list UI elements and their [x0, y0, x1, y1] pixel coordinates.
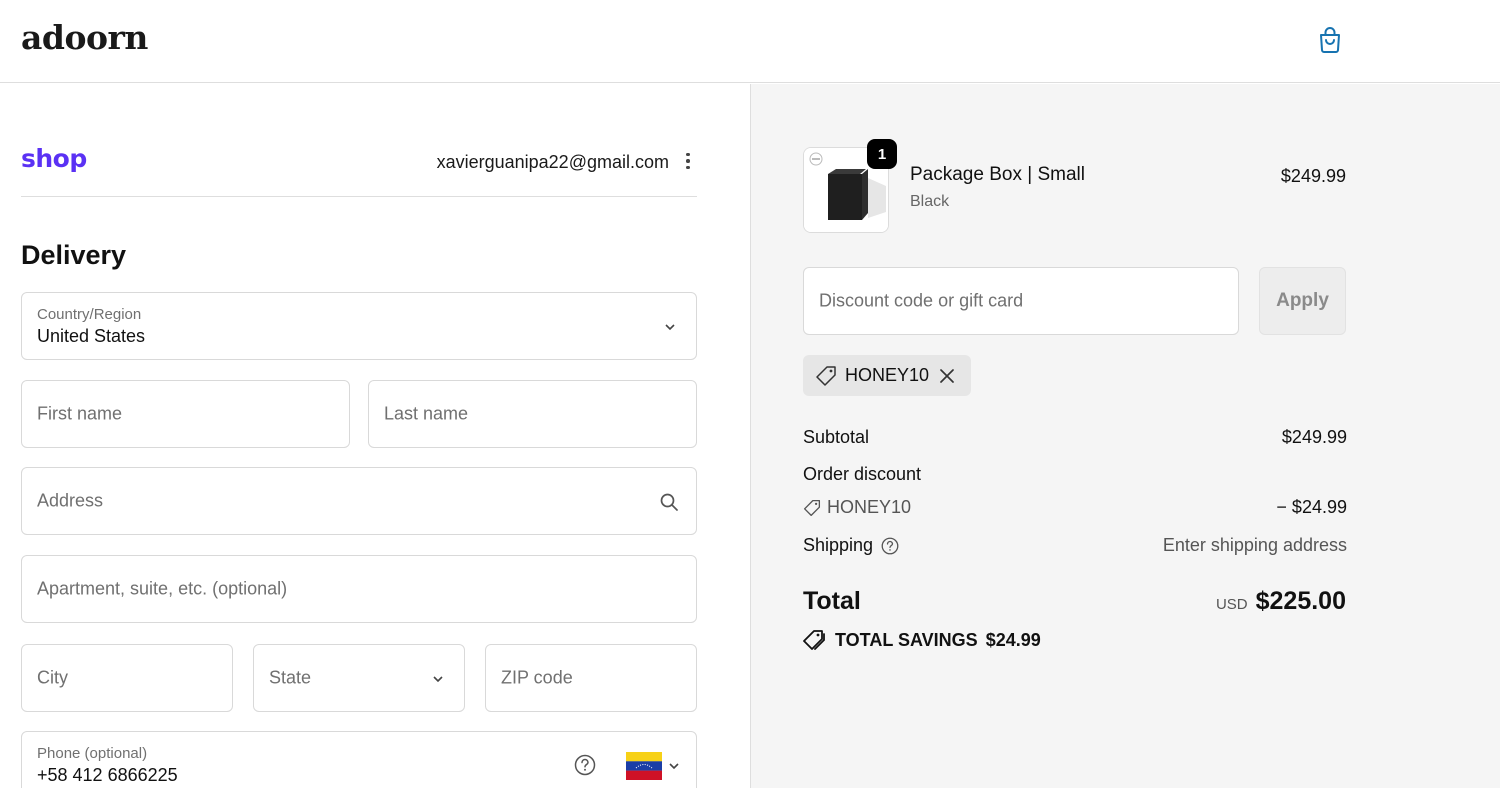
help-circle-icon[interactable]: [574, 754, 596, 776]
last-name-placeholder: Last name: [384, 403, 469, 424]
subtotal-label: Subtotal: [803, 427, 870, 447]
currency-code: USD: [1215, 596, 1248, 613]
account-email: xavierguanipa22@gmail.com: [436, 152, 669, 172]
phone-label: Phone (optional): [37, 745, 148, 762]
product-name: Package Box | Small: [910, 164, 1085, 185]
chevron-down-icon[interactable]: [668, 760, 680, 772]
total-label: Total: [803, 587, 861, 615]
order-discount-row: Order discount: [803, 464, 1347, 485]
country-select[interactable]: Country/Region United States: [21, 292, 697, 360]
last-name-field[interactable]: Last name: [368, 380, 697, 448]
first-name-placeholder: First name: [37, 403, 123, 424]
zip-placeholder: ZIP code: [501, 667, 573, 688]
tag-icon: [816, 365, 836, 386]
site-header: adoorn: [0, 0, 1500, 83]
discount-placeholder: Discount code or gift card: [819, 290, 1024, 311]
kebab-menu-icon[interactable]: [681, 148, 695, 174]
total-value: $225.00: [1255, 587, 1346, 615]
country-value: United States: [37, 326, 146, 346]
phone-value: +58 412 6866225: [37, 765, 178, 785]
applied-discount-code: HONEY10: [845, 365, 930, 385]
shopping-bag-icon[interactable]: [1315, 25, 1345, 55]
state-select[interactable]: State: [253, 644, 465, 712]
shop-pay-logo: shop: [21, 144, 87, 173]
shipping-value: Enter shipping address: [1162, 535, 1347, 555]
order-discount-label: Order discount: [803, 464, 922, 484]
shipping-label: Shipping: [803, 535, 874, 555]
venezuela-flag-icon[interactable]: [626, 752, 662, 780]
total-amount: USD $225.00: [1216, 587, 1346, 616]
city-placeholder: City: [37, 667, 68, 688]
shipping-row: Shipping Enter shipping address: [803, 535, 1347, 556]
delivery-heading: Delivery: [21, 240, 127, 270]
discount-value: − $24.99: [1276, 497, 1347, 517]
applied-discount-chip: HONEY10: [803, 355, 971, 396]
city-field[interactable]: City: [21, 644, 233, 712]
chevron-down-icon: [665, 324, 675, 331]
product-variant: Black: [910, 193, 950, 210]
search-icon[interactable]: [659, 492, 679, 512]
first-name-field[interactable]: First name: [21, 380, 350, 448]
subtotal-value: $249.99: [1281, 427, 1347, 447]
discount-code-input[interactable]: Discount code or gift card: [803, 267, 1239, 335]
quantity-badge: 1: [867, 139, 897, 169]
phone-field[interactable]: Phone (optional) +58 412 6866225: [21, 731, 697, 788]
product-price: $249.99: [1280, 166, 1346, 186]
state-placeholder: State: [269, 667, 312, 688]
total-savings-row: TOTAL SAVINGS $24.99: [803, 629, 1041, 651]
tags-icon: [803, 630, 825, 650]
apply-discount-button[interactable]: Apply: [1259, 267, 1346, 335]
address-field[interactable]: Address: [21, 467, 697, 535]
tag-icon: [803, 499, 821, 516]
total-savings-value: $24.99: [985, 629, 1041, 650]
subtotal-row: Subtotal $249.99: [803, 427, 1347, 448]
order-summary-panel: 1 Package Box | Small Black $249.99 Disc…: [750, 84, 1500, 788]
country-label: Country/Region: [37, 306, 142, 323]
apartment-placeholder: Apartment, suite, etc. (optional): [37, 578, 288, 599]
zip-field[interactable]: ZIP code: [485, 644, 697, 712]
remove-discount-button[interactable]: [937, 366, 957, 386]
apartment-field[interactable]: Apartment, suite, etc. (optional): [21, 555, 697, 623]
total-savings-label: TOTAL SAVINGS: [835, 629, 978, 650]
discount-code-label: HONEY10: [827, 497, 912, 517]
shop-pay-account-row: shop xavierguanipa22@gmail.com: [21, 140, 697, 197]
store-logo[interactable]: adoorn: [21, 18, 148, 57]
close-icon: [940, 368, 954, 383]
checkout-form-panel: shop xavierguanipa22@gmail.com Delivery …: [0, 84, 750, 788]
address-placeholder: Address: [37, 490, 104, 511]
help-circle-icon[interactable]: [881, 537, 899, 555]
discount-line-row: HONEY10 − $24.99: [803, 497, 1347, 522]
chevron-down-icon: [433, 676, 443, 683]
